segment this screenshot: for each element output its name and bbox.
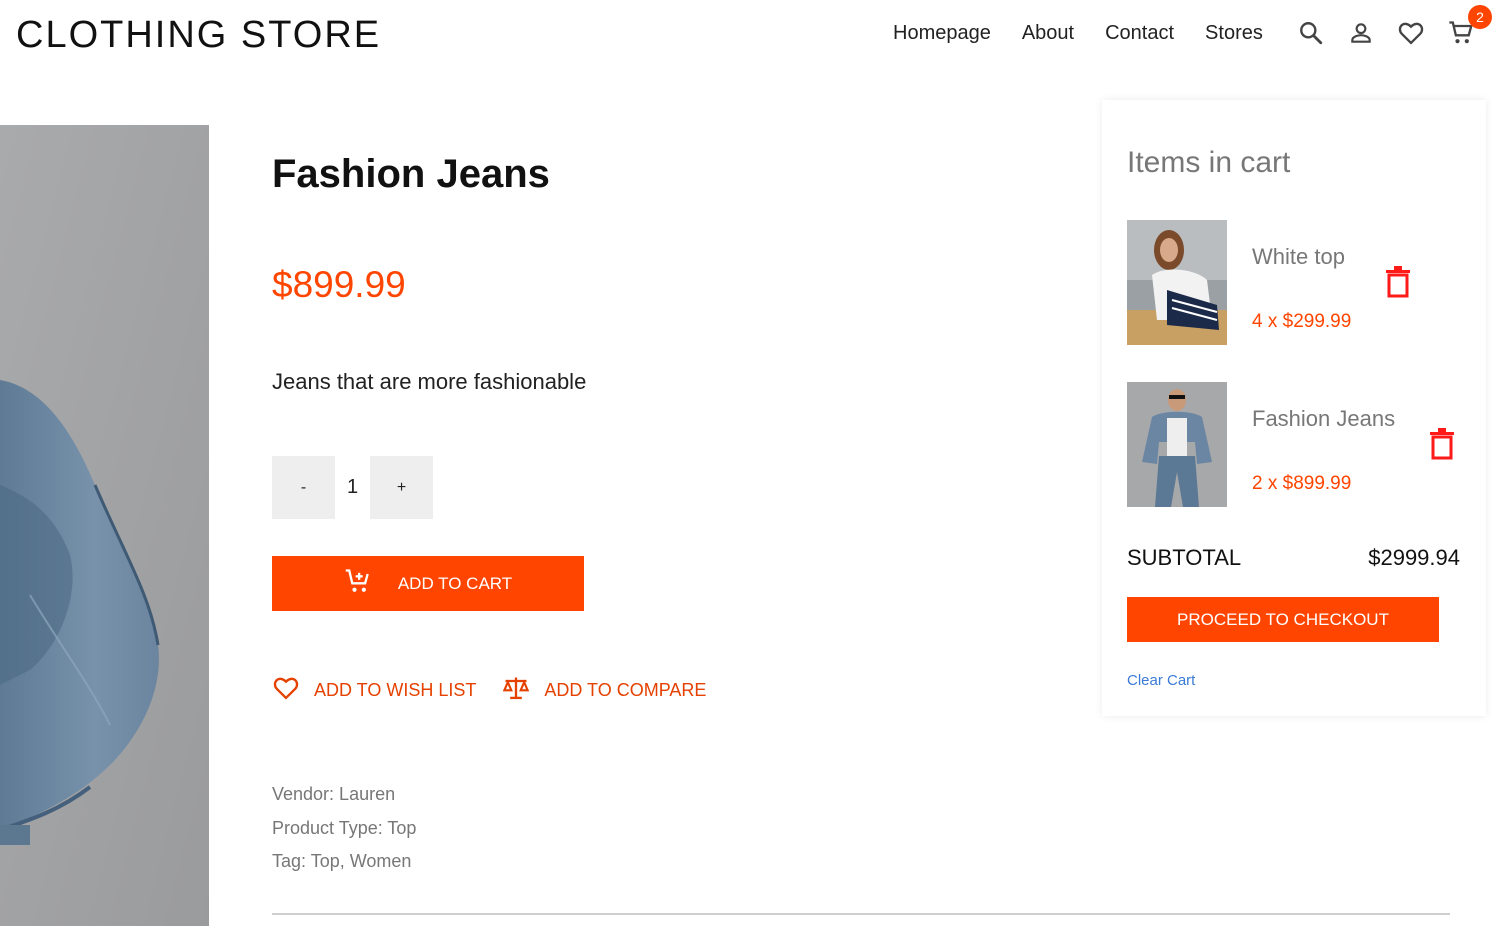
- product-price: $899.99: [272, 264, 406, 305]
- header-icons: 2: [1296, 5, 1492, 48]
- site-header: CLOTHING STORE Homepage About Contact St…: [0, 0, 1508, 72]
- cart-item-thumbnail[interactable]: [1127, 382, 1227, 507]
- nav-stores[interactable]: Stores: [1205, 22, 1263, 45]
- heart-icon[interactable]: [1396, 18, 1426, 48]
- product-actions: ADD TO WISH LIST ADD TO COMPARE: [272, 674, 706, 707]
- cart-item-thumbnail[interactable]: [1127, 220, 1227, 345]
- trash-icon[interactable]: [1385, 266, 1411, 298]
- search-icon[interactable]: [1296, 18, 1326, 48]
- cart-icon[interactable]: 2: [1446, 5, 1492, 48]
- product-description: Jeans that are more fashionable: [272, 369, 587, 394]
- cart-title: Items in cart: [1127, 146, 1291, 179]
- subtotal-label: SUBTOTAL: [1127, 545, 1242, 570]
- add-to-wishlist-link[interactable]: ADD TO WISH LIST: [272, 674, 476, 707]
- cart-item-qty-price: 2 x $899.99: [1252, 473, 1352, 494]
- nav-contact[interactable]: Contact: [1105, 22, 1174, 45]
- proceed-to-checkout-button[interactable]: PROCEED TO CHECKOUT: [1127, 597, 1439, 642]
- quantity-stepper: - 1 +: [272, 456, 433, 519]
- clear-cart-link[interactable]: Clear Cart: [1127, 672, 1195, 689]
- add-to-cart-label: ADD TO CART: [397, 573, 513, 593]
- product-tags: Tag: Top, Women: [272, 851, 412, 871]
- heart-icon: [272, 674, 300, 707]
- subtotal-value: $2999.94: [1368, 545, 1460, 570]
- add-to-compare-link[interactable]: ADD TO COMPARE: [502, 674, 706, 707]
- nav-about[interactable]: About: [1022, 22, 1074, 45]
- nav-homepage[interactable]: Homepage: [893, 22, 991, 45]
- cart-item-name[interactable]: Fashion Jeans: [1252, 406, 1395, 432]
- section-divider: [272, 913, 1450, 915]
- cart-count-badge: 2: [1468, 5, 1492, 29]
- cart-item-name[interactable]: White top: [1252, 244, 1345, 270]
- product-title: Fashion Jeans: [272, 152, 550, 196]
- quantity-value: 1: [346, 476, 359, 498]
- add-cart-icon: [344, 567, 372, 600]
- user-icon[interactable]: [1346, 18, 1376, 48]
- trash-icon[interactable]: [1429, 428, 1455, 460]
- compare-label: ADD TO COMPARE: [544, 680, 707, 700]
- decrease-quantity-button[interactable]: -: [272, 456, 335, 519]
- site-logo[interactable]: CLOTHING STORE: [16, 14, 381, 57]
- main-nav: Homepage About Contact Stores: [893, 22, 1263, 45]
- scale-icon: [502, 674, 530, 707]
- add-to-cart-button[interactable]: ADD TO CART: [272, 556, 584, 611]
- product-vendor: Vendor: Lauren: [272, 784, 396, 804]
- cart-item: Fashion Jeans 2 x $899.99: [1127, 382, 1467, 507]
- cart-item: White top 4 x $299.99: [1127, 220, 1467, 345]
- increase-quantity-button[interactable]: +: [370, 456, 433, 519]
- product-type: Product Type: Top: [272, 817, 417, 838]
- product-meta: Vendor: Lauren Product Type: Top Tag: To…: [272, 778, 416, 879]
- mini-cart-panel: Items in cart White top 4 x $299.99 Fash…: [1102, 100, 1486, 716]
- cart-item-qty-price: 4 x $299.99: [1252, 311, 1352, 332]
- wishlist-label: ADD TO WISH LIST: [314, 680, 477, 700]
- product-image: [0, 125, 209, 926]
